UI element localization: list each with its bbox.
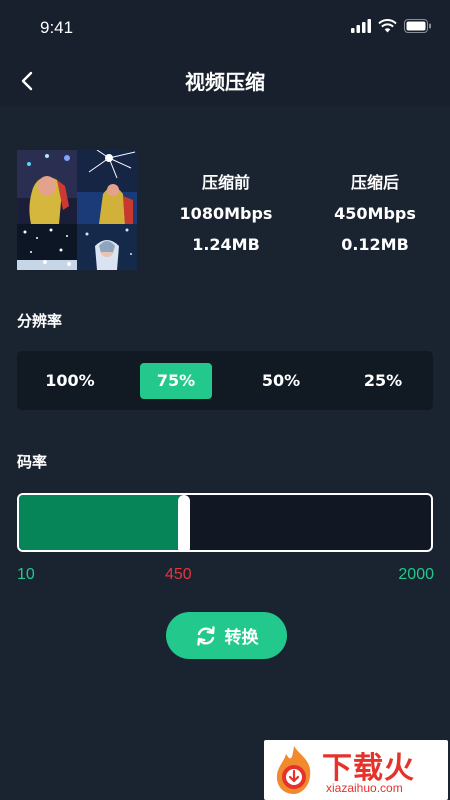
bitrate-label: 码率 (17, 453, 48, 471)
resolution-label: 分辨率 (17, 312, 63, 330)
after-size: 0.12MB (341, 235, 409, 254)
resolution-option-50[interactable]: 50% (245, 363, 317, 399)
before-bitrate: 1080Mbps (179, 204, 273, 223)
thumbnail-panel (17, 150, 77, 224)
resolution-option-100[interactable]: 100% (34, 363, 106, 399)
status-time: 9:41 (40, 18, 74, 37)
thumbnail-panel (17, 224, 77, 270)
resolution-option-75[interactable]: 75% (140, 363, 212, 399)
wifi-icon (378, 19, 397, 33)
status-icons (351, 19, 432, 33)
after-bitrate: 450Mbps (334, 204, 416, 223)
thumbnail-panel (77, 150, 137, 224)
bitrate-current-value: 450 (165, 566, 192, 583)
status-bar: 9:41 (0, 0, 450, 56)
convert-button-label: 转换 (224, 628, 259, 648)
battery-icon (404, 19, 431, 33)
watermark-subtext: xiazaihuo.com (326, 781, 403, 795)
signal-icon (351, 19, 371, 33)
bitrate-min-value: 10 (17, 566, 35, 583)
after-stats: 压缩后 450Mbps 0.12MB (310, 172, 440, 265)
watermark-logo: 下载火 xiazaihuo.com (264, 740, 448, 800)
resolution-selector: 100% 75% 50% 25% (17, 351, 433, 410)
thumbnail-panel (77, 224, 137, 270)
bitrate-slider[interactable] (17, 493, 433, 552)
refresh-icon (196, 625, 215, 646)
after-label: 压缩后 (350, 173, 399, 192)
resolution-option-25[interactable]: 25% (347, 363, 419, 399)
slider-thumb[interactable] (178, 495, 190, 550)
before-size: 1.24MB (192, 235, 260, 254)
before-label: 压缩前 (201, 173, 250, 192)
nav-bar: 视频压缩 (0, 56, 450, 106)
slider-fill (19, 495, 184, 550)
page-title: 视频压缩 (185, 70, 265, 94)
bitrate-max-value: 2000 (398, 566, 434, 583)
before-stats: 压缩前 1080Mbps 1.24MB (161, 172, 291, 265)
video-thumbnail[interactable] (17, 150, 137, 270)
convert-button[interactable]: 转换 (166, 612, 287, 659)
flame-logo-icon (276, 746, 311, 794)
